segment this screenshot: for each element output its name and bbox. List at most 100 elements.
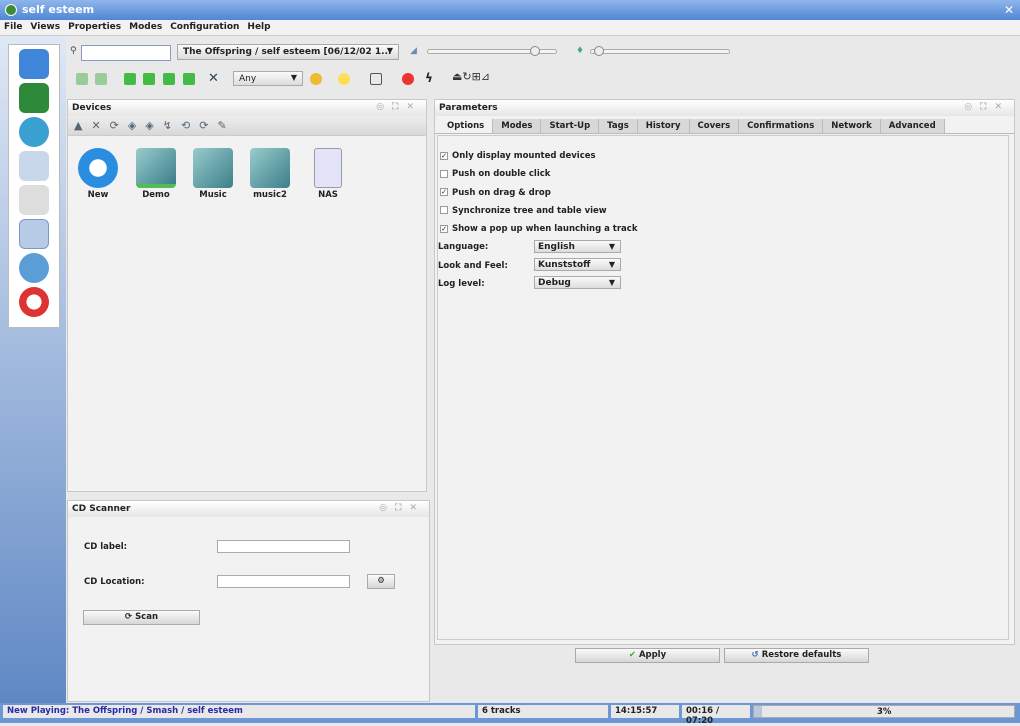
- volume-icon: ◢: [410, 46, 417, 56]
- devices-toolbar[interactable]: ▲✕⟳◈◈↯⟲⟳✎: [68, 116, 426, 136]
- cd-label-input[interactable]: [217, 540, 350, 553]
- forward-icon[interactable]: [183, 73, 195, 85]
- position-thumb[interactable]: [593, 46, 604, 56]
- tab-bar: Options Modes Start-Up Tags History Covers Con…: [435, 116, 1014, 134]
- heart-icon[interactable]: [402, 73, 414, 85]
- stop-icon[interactable]: [163, 73, 175, 85]
- panel-controls[interactable]: ◎⛶✕: [964, 102, 1010, 112]
- position-slider[interactable]: [590, 46, 730, 56]
- restore-icon: ↺: [751, 650, 762, 660]
- device-music[interactable]: Music: [187, 148, 239, 200]
- parameters-title: Parameters: [439, 103, 498, 113]
- checkbox[interactable]: [440, 206, 448, 215]
- config-tools-icon[interactable]: [19, 219, 49, 249]
- device-label: Music: [199, 190, 227, 200]
- rewind-icon[interactable]: [124, 73, 136, 85]
- scan-button[interactable]: ⟳ Scan: [83, 610, 200, 625]
- shuffle-icon[interactable]: [310, 73, 322, 85]
- restore-defaults-button[interactable]: ↺ Restore defaults: [724, 648, 869, 663]
- tab-covers[interactable]: Covers: [689, 119, 740, 133]
- play-disc-icon[interactable]: [19, 117, 49, 147]
- checkbox-label: Push on double click: [452, 169, 551, 180]
- option-checkbox[interactable]: ✓ Show a pop up when launching a track: [440, 224, 638, 234]
- menu-configuration[interactable]: Configuration: [166, 20, 243, 34]
- look-and-feel-value: Kunststoff: [538, 260, 591, 270]
- device-label: music2: [253, 190, 287, 200]
- option-checkbox[interactable]: Synchronize tree and table view: [440, 206, 607, 216]
- look-and-feel-select[interactable]: Kunststoff ▼: [534, 258, 621, 271]
- device-nas[interactable]: NAS: [302, 148, 354, 200]
- lightning-icon[interactable]: ϟ: [425, 71, 437, 85]
- volume-thumb[interactable]: [530, 46, 540, 56]
- pause-icon[interactable]: [143, 73, 155, 85]
- previous-icon[interactable]: [76, 73, 88, 85]
- track-combo[interactable]: The Offspring / self esteem [06/12/02 1.…: [177, 44, 399, 60]
- help-lifebuoy-icon[interactable]: [19, 287, 49, 317]
- tab-network[interactable]: Network: [823, 119, 881, 133]
- device-label: NAS: [318, 190, 338, 200]
- menu-modes[interactable]: Modes: [125, 20, 166, 34]
- close-window-button[interactable]: ✕: [1002, 3, 1016, 17]
- cd-scanner-title: CD Scanner: [72, 504, 131, 514]
- cd-scanner-panel: CD Scanner ◎⛶✕: [67, 500, 430, 702]
- option-checkbox[interactable]: ✓ Push on drag & drop: [440, 188, 551, 198]
- tab-confirmations[interactable]: Confirmations: [739, 119, 824, 133]
- mute-icon[interactable]: ✕: [208, 71, 220, 86]
- search-input[interactable]: [81, 45, 171, 61]
- checkbox[interactable]: ✓: [440, 224, 448, 233]
- cd-location-input[interactable]: [217, 575, 350, 588]
- language-select[interactable]: English ▼: [534, 240, 621, 253]
- log-level-value: Debug: [538, 278, 571, 288]
- cube-green-icon[interactable]: [19, 83, 49, 113]
- option-checkbox[interactable]: Push on double click: [440, 169, 550, 179]
- menu-file[interactable]: File: [0, 20, 26, 34]
- checkbox[interactable]: ✓: [440, 151, 448, 160]
- device-music2[interactable]: music2: [244, 148, 296, 200]
- log-level-select[interactable]: Debug ▼: [534, 276, 621, 289]
- bestof-icon[interactable]: [338, 73, 350, 85]
- menu-help[interactable]: Help: [243, 20, 274, 34]
- checkbox[interactable]: ✓: [440, 188, 448, 197]
- panel-controls[interactable]: ◎⛶✕: [376, 102, 422, 112]
- checkbox[interactable]: [440, 169, 448, 178]
- ambience-value: Any: [239, 74, 257, 84]
- novelties-icon[interactable]: [370, 73, 382, 85]
- devices-header: Devices ◎⛶✕: [68, 100, 426, 116]
- option-checkbox[interactable]: ✓ Only display mounted devices: [440, 151, 596, 161]
- database-icon[interactable]: [19, 253, 49, 283]
- cd-location-label: CD Location:: [84, 577, 145, 587]
- apply-button[interactable]: ✔ Apply: [575, 648, 720, 663]
- language-label: Language:: [438, 242, 489, 252]
- mode-buttons[interactable]: ⏏↻⊞⊿: [452, 70, 510, 86]
- document-icon[interactable]: [19, 185, 49, 215]
- chevron-down-icon: ▼: [608, 242, 615, 251]
- search-icon: ⚲: [70, 46, 77, 56]
- browse-icon: ⚙: [377, 576, 385, 586]
- track-progress-bar[interactable]: 3%: [753, 705, 1015, 718]
- tab-options[interactable]: Options: [439, 119, 494, 133]
- volume-slider[interactable]: [427, 46, 557, 56]
- cd-label-label: CD label:: [84, 542, 128, 552]
- checkbox-label: Synchronize tree and table view: [452, 205, 607, 216]
- panel-controls[interactable]: ◎⛶✕: [379, 503, 425, 513]
- ambience-combo[interactable]: Any ▼: [233, 71, 303, 86]
- menu-properties[interactable]: Properties: [64, 20, 125, 34]
- menu-views[interactable]: Views: [26, 20, 64, 34]
- cube-blue-icon[interactable]: [19, 49, 49, 79]
- tab-history[interactable]: History: [637, 119, 690, 133]
- next-icon[interactable]: [95, 73, 107, 85]
- tab-modes[interactable]: Modes: [493, 119, 542, 133]
- device-new[interactable]: New: [72, 148, 124, 200]
- device-demo[interactable]: Demo: [130, 148, 182, 200]
- tab-start-up[interactable]: Start-Up: [541, 119, 600, 133]
- chevron-down-icon: ▼: [386, 46, 393, 55]
- gear-icon: [78, 148, 118, 188]
- perspective-bar: [8, 44, 60, 328]
- browse-button[interactable]: ⚙: [367, 574, 395, 589]
- tab-tags[interactable]: Tags: [599, 119, 638, 133]
- slideshow-icon[interactable]: [19, 151, 49, 181]
- now-playing-label[interactable]: New Playing: The Offspring / Smash / sel…: [3, 705, 475, 718]
- apply-label: Apply: [638, 650, 667, 660]
- elapsed-time: 00:16 / 07:20: [682, 705, 750, 726]
- tab-advanced[interactable]: Advanced: [880, 119, 945, 133]
